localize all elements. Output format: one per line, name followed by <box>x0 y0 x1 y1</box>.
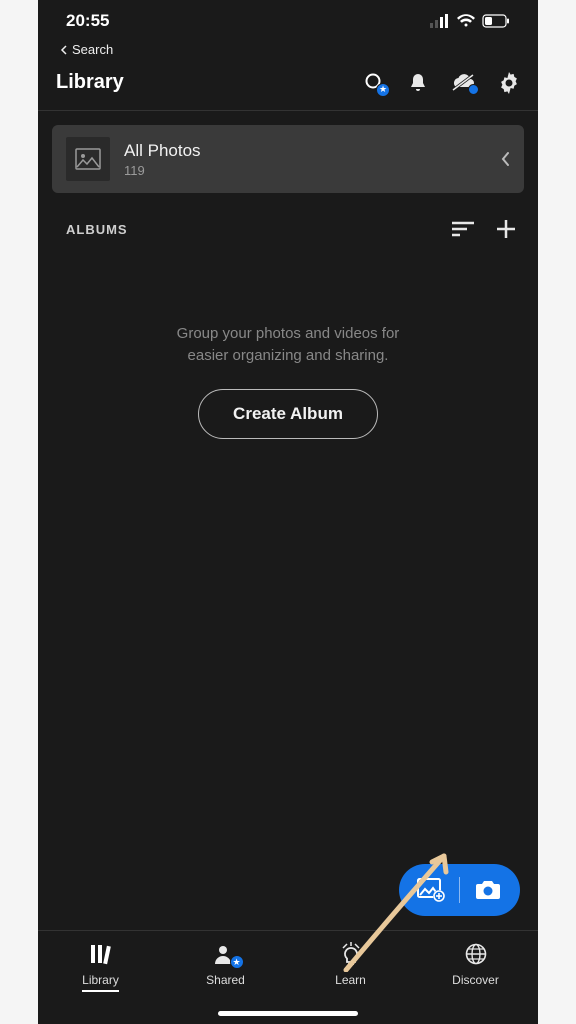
notifications-button[interactable] <box>408 72 428 94</box>
battery-icon <box>482 14 510 28</box>
all-photos-text: All Photos 119 <box>124 141 486 178</box>
back-caret-icon <box>60 45 68 55</box>
all-photos-count: 119 <box>124 163 486 178</box>
back-to-app[interactable]: Search <box>38 42 538 65</box>
search-button[interactable]: ★ <box>364 72 386 94</box>
bell-icon <box>408 72 428 94</box>
all-photos-title: All Photos <box>124 141 486 161</box>
tab-shared-label: Shared <box>206 973 245 987</box>
camera-button[interactable] <box>474 879 502 901</box>
library-icon <box>89 943 113 965</box>
add-photos-button[interactable] <box>417 878 445 902</box>
cloud-sync-button[interactable] <box>450 73 476 93</box>
tab-learn[interactable]: Learn <box>288 941 413 987</box>
settings-button[interactable] <box>498 72 520 94</box>
sort-button[interactable] <box>452 221 474 237</box>
status-time: 20:55 <box>66 11 109 31</box>
tab-library[interactable]: Library <box>38 941 163 992</box>
all-photos-thumb <box>66 137 110 181</box>
header-actions: ★ <box>364 72 520 94</box>
status-indicators <box>430 14 510 28</box>
import-fab <box>399 864 520 916</box>
chevron-left-icon <box>500 151 510 167</box>
tab-library-label: Library <box>82 973 119 992</box>
learn-icon <box>340 941 362 967</box>
picture-icon <box>75 148 101 170</box>
albums-empty-state: Group your photos and videos for easier … <box>38 239 538 439</box>
all-photos-row[interactable]: All Photos 119 <box>52 125 524 193</box>
home-indicator[interactable] <box>218 1011 358 1016</box>
tab-learn-label: Learn <box>335 973 366 987</box>
bottom-tab-bar: Library ★ Shared Learn <box>38 930 538 1024</box>
page-title: Library <box>56 71 124 94</box>
fab-divider <box>459 877 460 903</box>
tab-shared[interactable]: ★ Shared <box>163 941 288 987</box>
app-screen: 20:55 Search Library ★ <box>38 0 538 1024</box>
page-header: Library ★ <box>38 65 538 111</box>
camera-icon <box>474 879 502 901</box>
add-image-icon <box>417 878 445 902</box>
create-album-button[interactable]: Create Album <box>198 389 378 439</box>
add-album-button[interactable] <box>496 219 516 239</box>
status-bar: 20:55 <box>38 0 538 42</box>
empty-line1: Group your photos and videos for <box>78 323 498 345</box>
plus-icon <box>496 219 516 239</box>
albums-header: ALBUMS <box>38 193 538 239</box>
shared-badge-icon: ★ <box>230 955 244 969</box>
cellular-icon <box>430 14 450 28</box>
search-badge-icon: ★ <box>376 83 390 97</box>
tab-discover[interactable]: Discover <box>413 941 538 987</box>
tab-discover-label: Discover <box>452 973 499 987</box>
sync-badge-icon <box>468 84 479 95</box>
empty-line2: easier organizing and sharing. <box>78 345 498 367</box>
back-label: Search <box>72 42 113 57</box>
sort-icon <box>452 221 474 237</box>
albums-label: ALBUMS <box>66 222 128 237</box>
gear-icon <box>498 72 520 94</box>
discover-icon <box>465 943 487 965</box>
wifi-icon <box>456 14 476 28</box>
